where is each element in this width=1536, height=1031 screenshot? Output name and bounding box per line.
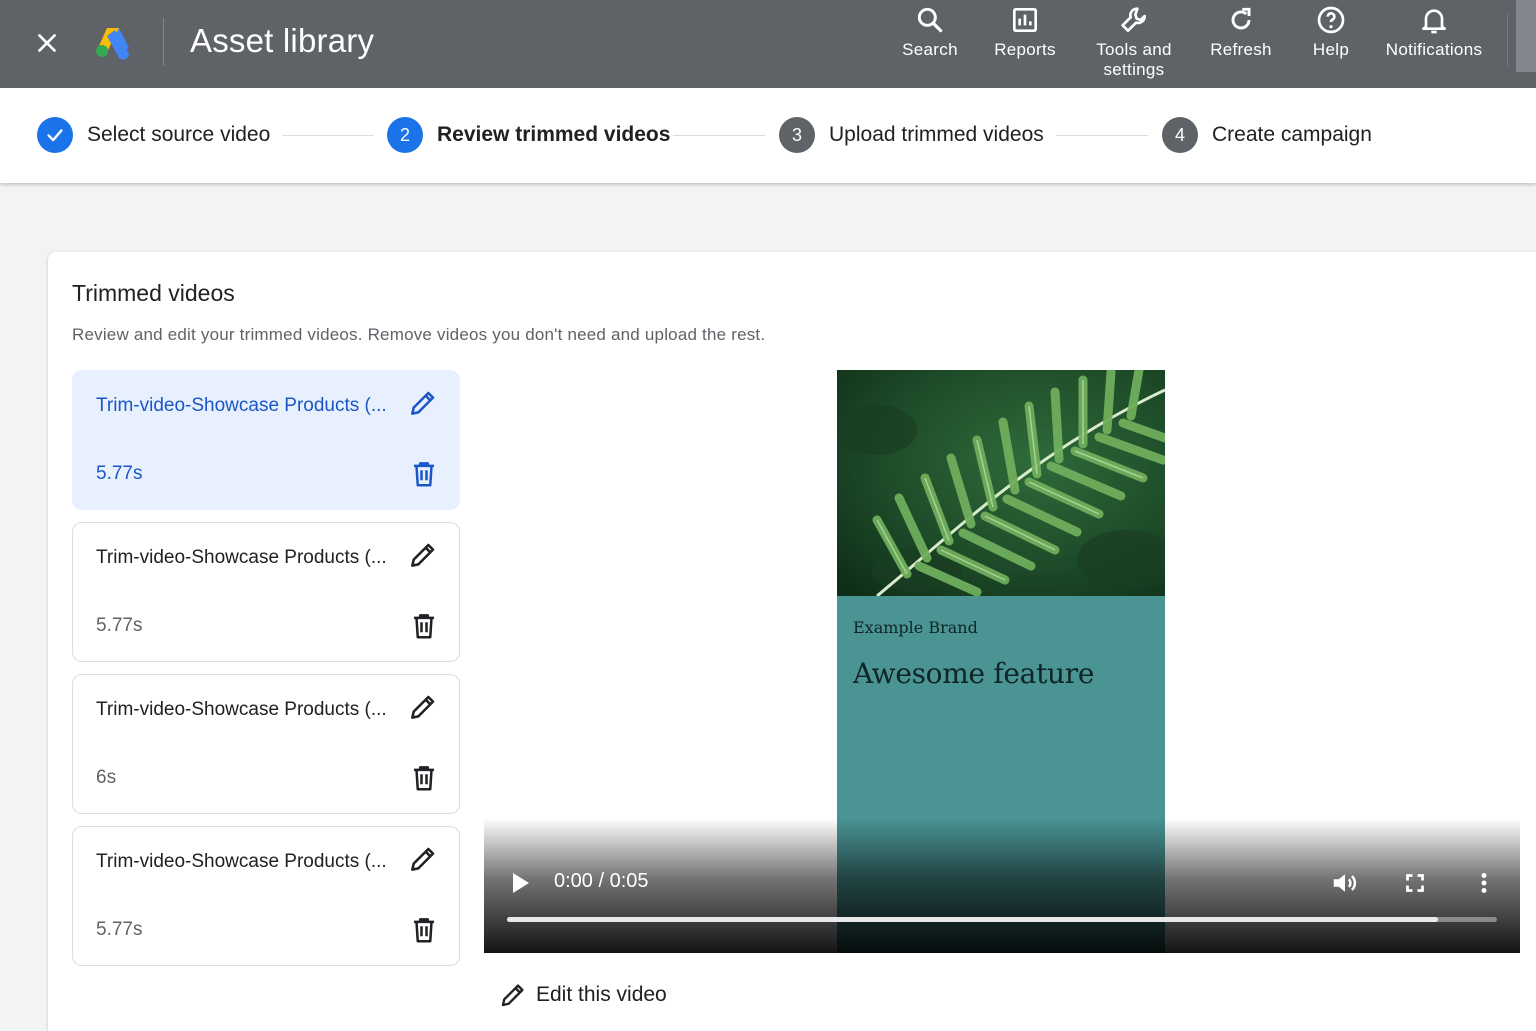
step-number: 3 xyxy=(779,117,815,153)
tools-and-settings-button[interactable]: Tools and settings xyxy=(1090,4,1178,80)
step-number: 2 xyxy=(387,117,423,153)
pencil-icon[interactable] xyxy=(407,691,439,723)
refresh-label: Refresh xyxy=(1210,40,1272,59)
close-button[interactable] xyxy=(30,26,64,60)
video-progress-fill xyxy=(507,917,1438,922)
search-button[interactable]: Search xyxy=(900,4,960,60)
step-connector xyxy=(1056,135,1148,136)
top-bar-divider xyxy=(163,18,164,66)
video-list-item[interactable]: Trim-video-Showcase Products (... 6s xyxy=(72,674,460,814)
step-review-trimmed-videos[interactable]: 2 Review trimmed videos xyxy=(387,117,670,153)
search-icon xyxy=(917,7,943,33)
search-label: Search xyxy=(902,40,958,59)
edit-this-video-label: Edit this video xyxy=(536,983,667,1006)
video-duration: 6s xyxy=(96,767,117,788)
video-duration: 5.77s xyxy=(96,463,143,484)
reports-button[interactable]: Reports xyxy=(990,4,1060,60)
video-list-item[interactable]: Trim-video-Showcase Products (... 5.77s xyxy=(72,370,460,510)
help-label: Help xyxy=(1312,40,1350,59)
reports-icon xyxy=(1013,8,1037,32)
play-icon[interactable] xyxy=(510,870,532,896)
help-icon xyxy=(1317,6,1345,34)
poster-headline-text: Awesome feature xyxy=(853,657,1095,690)
video-player[interactable]: Example Brand Awesome feature 0:00 / 0:0… xyxy=(484,370,1520,953)
step-label: Select source video xyxy=(87,123,271,146)
step-connector xyxy=(673,135,765,136)
scrollbar-thumb[interactable] xyxy=(1516,0,1536,72)
tools-and-settings-label: Tools and settings xyxy=(1096,40,1172,79)
notifications-button[interactable]: Notifications xyxy=(1378,4,1490,60)
video-name: Trim-video-Showcase Products (... xyxy=(96,395,387,416)
video-name: Trim-video-Showcase Products (... xyxy=(96,851,387,872)
step-create-campaign[interactable]: 4 Create campaign xyxy=(1162,117,1372,153)
pencil-icon[interactable] xyxy=(407,539,439,571)
volume-icon[interactable] xyxy=(1330,868,1360,898)
video-list-item[interactable]: Trim-video-Showcase Products (... 5.77s xyxy=(72,826,460,966)
step-connector xyxy=(282,135,374,136)
video-duration: 5.77s xyxy=(96,919,143,940)
refresh-icon xyxy=(1231,7,1251,30)
card-title: Trimmed videos xyxy=(72,280,235,306)
notifications-label: Notifications xyxy=(1385,40,1483,59)
poster-brand-text: Example Brand xyxy=(853,618,978,637)
fullscreen-icon[interactable] xyxy=(1400,868,1430,898)
trash-icon[interactable] xyxy=(409,762,439,794)
step-upload-trimmed-videos[interactable]: 3 Upload trimmed videos xyxy=(779,117,1044,153)
card-description: Review and edit your trimmed videos. Rem… xyxy=(72,325,766,344)
video-name: Trim-video-Showcase Products (... xyxy=(96,699,387,720)
step-label: Upload trimmed videos xyxy=(829,123,1044,146)
more-vert-icon[interactable] xyxy=(1469,868,1499,898)
step-select-source-video[interactable]: Select source video xyxy=(37,117,270,153)
pencil-icon[interactable] xyxy=(407,843,439,875)
trash-icon[interactable] xyxy=(409,458,439,490)
step-completed-check-icon xyxy=(37,117,73,153)
trimmed-videos-card: Trimmed videos Review and edit your trim… xyxy=(48,252,1536,1031)
step-label: Review trimmed videos xyxy=(437,123,671,146)
bell-icon xyxy=(1422,9,1446,34)
step-label: Create campaign xyxy=(1212,123,1372,146)
refresh-button[interactable]: Refresh xyxy=(1208,4,1274,60)
help-button[interactable]: Help xyxy=(1304,4,1358,60)
close-icon xyxy=(38,34,56,52)
video-name: Trim-video-Showcase Products (... xyxy=(96,547,387,568)
page-title: Asset library xyxy=(190,22,375,59)
fern-leaf-image xyxy=(837,370,1165,596)
pencil-icon xyxy=(501,984,524,1007)
pencil-icon[interactable] xyxy=(407,387,439,419)
wrench-icon xyxy=(1121,7,1146,32)
playback-time: 0:00 / 0:05 xyxy=(554,870,649,892)
top-app-bar: Asset library Search Reports Tools and s… xyxy=(0,0,1536,88)
edit-this-video-button[interactable]: Edit this video xyxy=(498,980,667,1010)
video-duration: 5.77s xyxy=(96,615,143,636)
video-list-item[interactable]: Trim-video-Showcase Products (... 5.77s xyxy=(72,522,460,662)
step-number: 4 xyxy=(1162,117,1198,153)
reports-label: Reports xyxy=(994,40,1056,59)
progress-stepper: Select source video 2 Review trimmed vid… xyxy=(0,88,1536,183)
google-ads-logo-icon xyxy=(96,28,129,60)
trash-icon[interactable] xyxy=(409,610,439,642)
video-progress-bar[interactable] xyxy=(507,917,1497,922)
trash-icon[interactable] xyxy=(409,914,439,946)
top-bar-separator xyxy=(1507,14,1508,66)
